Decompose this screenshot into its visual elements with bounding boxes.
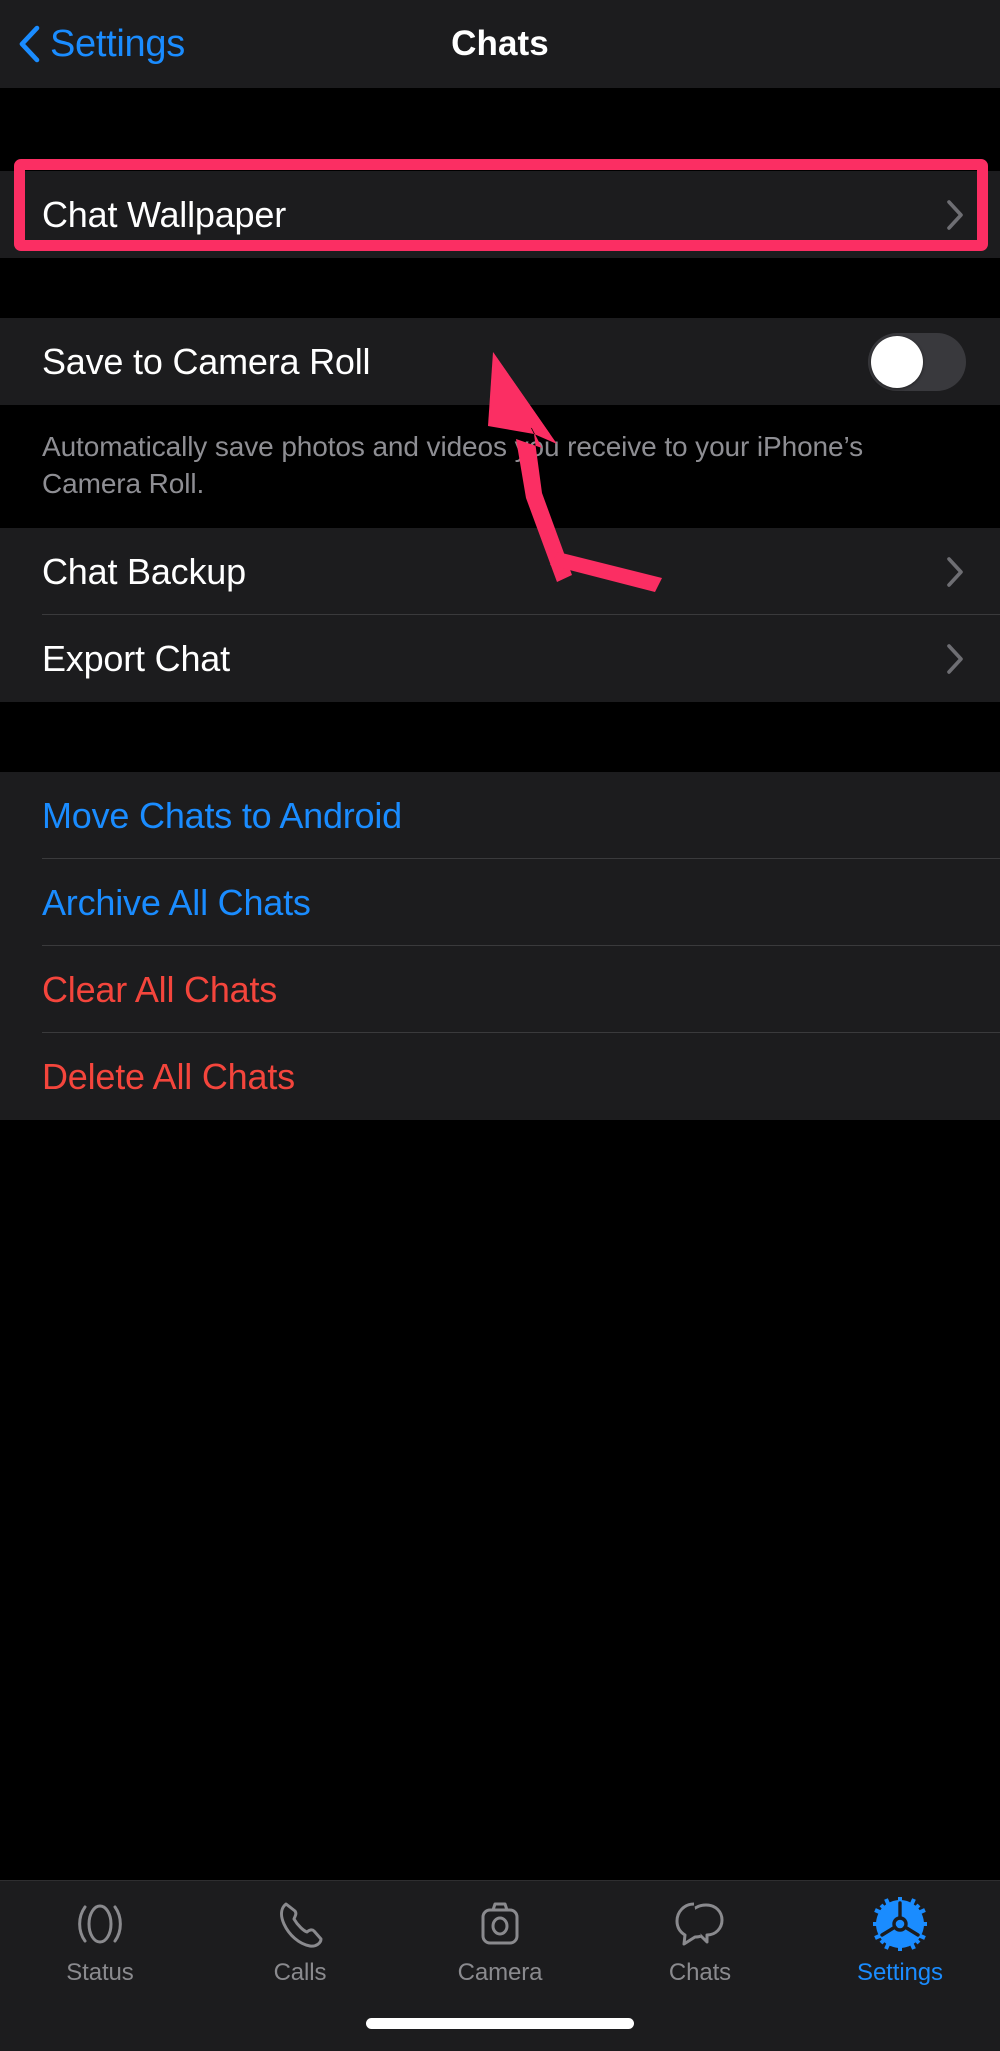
tab-settings-label: Settings [857, 1959, 943, 1986]
save-to-camera-roll-toggle[interactable] [868, 332, 966, 391]
phone-screen: Settings Chats Chat Wallpaper Save to Ca… [0, 0, 1000, 2051]
tab-chats-label: Chats [668, 1959, 732, 1986]
row-move-chats-to-android[interactable]: Move Chats to Android [0, 772, 1000, 859]
media-group-footer: Automatically save photos and videos you… [0, 405, 1000, 520]
media-group: Save to Camera Roll [0, 318, 1000, 405]
row-chat-wallpaper[interactable]: Chat Wallpaper [0, 171, 1000, 258]
row-chat-wallpaper-label: Chat Wallpaper [42, 193, 286, 235]
row-delete-all-chats[interactable]: Delete All Chats [0, 1033, 1000, 1120]
chevron-right-icon [947, 556, 963, 587]
row-clear-all-chats-label: Clear All Chats [42, 968, 278, 1010]
wallpaper-group: Chat Wallpaper [0, 171, 1000, 258]
row-move-chats-to-android-label: Move Chats to Android [42, 794, 403, 836]
status-rings-icon [78, 1904, 122, 1944]
row-clear-all-chats[interactable]: Clear All Chats [0, 946, 1000, 1033]
row-archive-all-chats-label: Archive All Chats [42, 881, 311, 923]
tab-calls[interactable]: Calls [200, 1881, 400, 1987]
tab-status[interactable]: Status [0, 1881, 200, 1987]
row-archive-all-chats[interactable]: Archive All Chats [0, 859, 1000, 946]
navigation-bar: Settings Chats [0, 0, 1000, 88]
tab-settings[interactable]: Settings [800, 1881, 1000, 1987]
row-chat-backup[interactable]: Chat Backup [0, 528, 1000, 615]
chevron-right-icon [947, 643, 963, 674]
row-delete-all-chats-label: Delete All Chats [42, 1055, 295, 1097]
home-indicator [366, 2018, 634, 2029]
tab-status-label: Status [66, 1959, 134, 1986]
row-export-chat[interactable]: Export Chat [0, 615, 1000, 702]
gear-icon [873, 1897, 927, 1951]
tab-calls-label: Calls [273, 1959, 327, 1986]
backup-group: Chat Backup Export Chat [0, 528, 1000, 702]
chevron-right-icon [947, 199, 963, 230]
camera-icon [481, 1902, 519, 1945]
tab-camera-label: Camera [457, 1959, 543, 1986]
toggle-knob [871, 335, 923, 388]
row-chat-backup-label: Chat Backup [42, 550, 246, 592]
row-export-chat-label: Export Chat [42, 637, 230, 679]
phone-icon [280, 1902, 323, 1948]
row-save-to-camera-roll[interactable]: Save to Camera Roll [0, 318, 1000, 405]
actions-group: Move Chats to Android Archive All Chats … [0, 772, 1000, 1120]
media-group-footer-text: Automatically save photos and videos you… [42, 431, 864, 499]
page-title: Chats [451, 24, 549, 63]
chat-bubbles-icon [675, 1902, 724, 1946]
row-save-to-camera-roll-label: Save to Camera Roll [42, 340, 371, 382]
tab-chats[interactable]: Chats [600, 1881, 800, 1987]
tab-camera[interactable]: Camera [400, 1881, 600, 1987]
